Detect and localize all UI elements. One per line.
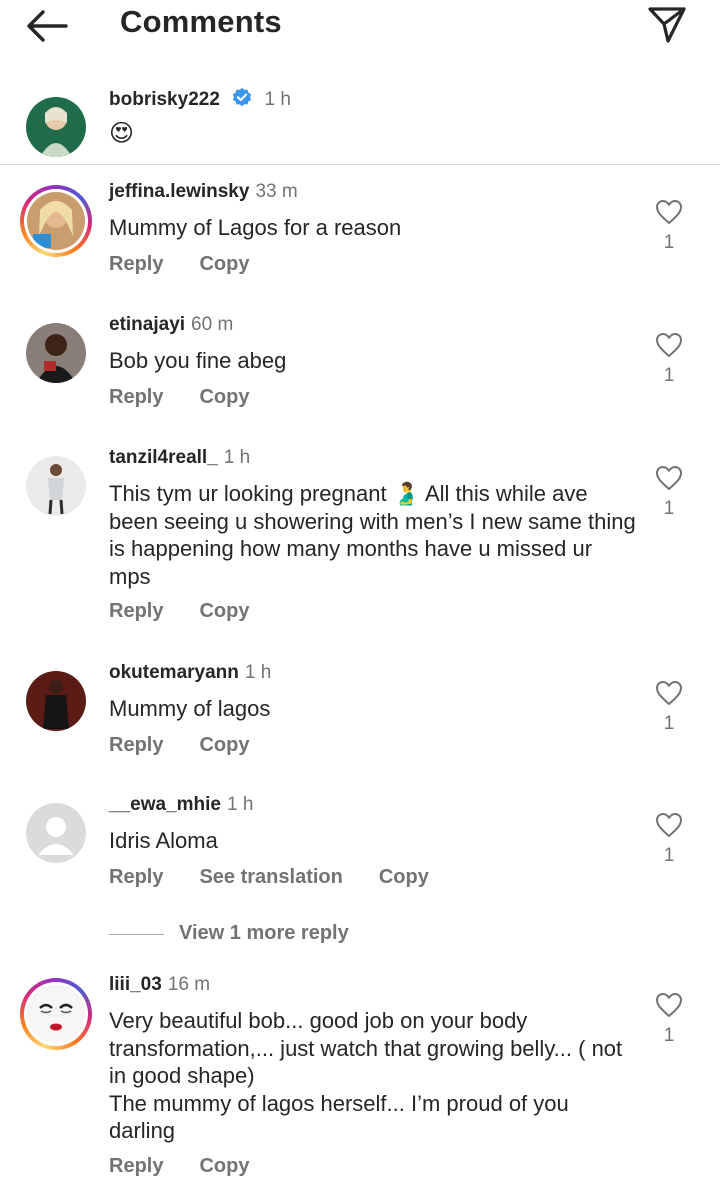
like-count: 1 [663, 1025, 675, 1046]
heart-outline-icon[interactable] [655, 812, 683, 838]
avatar[interactable] [26, 803, 86, 863]
like-count: 1 [663, 232, 675, 253]
copy-button[interactable]: Copy [199, 600, 249, 623]
default-avatar-icon [26, 803, 86, 863]
avatar-image [27, 192, 85, 250]
comment-time: 60 m [191, 314, 234, 335]
avatar[interactable] [20, 185, 92, 257]
comment-username[interactable]: tanzil4reall_ [109, 447, 218, 468]
like-count: 1 [663, 713, 675, 734]
heart-outline-icon[interactable] [655, 465, 683, 491]
avatar[interactable] [26, 671, 86, 731]
heart-outline-icon[interactable] [655, 199, 683, 225]
caption-meta: bobrisky222 1 h [109, 87, 291, 111]
copy-button[interactable]: Copy [379, 866, 429, 889]
like-count: 1 [663, 845, 675, 866]
copy-button[interactable]: Copy [199, 1155, 249, 1178]
avatar[interactable] [26, 97, 86, 157]
verified-badge-icon [233, 87, 252, 107]
comment: etinajayi 60 m Bob you fine abeg Reply Cop… [0, 313, 720, 413]
page-title: Comments [120, 4, 282, 39]
divider [0, 164, 720, 165]
caption-username[interactable]: bobrisky222 [109, 89, 220, 110]
comment-text: This tym ur looking pregnant 🫃 All this … [109, 481, 636, 589]
comment: jeffina.lewinsky 33 m Mummy of Lagos for … [0, 180, 720, 280]
view-more-replies-label[interactable]: View 1 more reply [179, 922, 349, 945]
comment: okutemaryann 1 h Mummy of lagos Reply Copy… [0, 661, 720, 761]
comment-time: 33 m [255, 181, 298, 202]
comments-header: Comments [0, 0, 720, 60]
comment: liii_03 16 m Very beautiful bob... good j… [0, 973, 720, 1193]
caption-text: 😍 [109, 120, 135, 147]
copy-button[interactable]: Copy [199, 386, 249, 409]
comment-text: Mummy of lagos [109, 696, 271, 721]
avatar-image [26, 97, 86, 157]
like-count: 1 [663, 498, 675, 519]
comment-text: Mummy of Lagos for a reason [109, 215, 402, 240]
avatar-image [26, 323, 86, 383]
comment: __ewa_mhie 1 h Idris Aloma Reply See trans… [0, 793, 720, 893]
heart-outline-icon[interactable] [655, 680, 683, 706]
heart-outline-icon[interactable] [655, 332, 683, 358]
comment: tanzil4reall_ 1 h This tym ur looking pre… [0, 446, 720, 626]
paper-plane-icon[interactable] [646, 4, 688, 46]
arrow-left-icon[interactable] [26, 8, 68, 44]
copy-button[interactable]: Copy [199, 253, 249, 276]
divider [109, 934, 164, 935]
reply-button[interactable]: Reply [109, 1155, 163, 1178]
comment-username[interactable]: etinajayi [109, 314, 185, 335]
comment-username[interactable]: __ewa_mhie [109, 794, 221, 815]
reply-button[interactable]: Reply [109, 386, 163, 409]
reply-button[interactable]: Reply [109, 253, 163, 276]
caption-time: 1 h [264, 89, 291, 110]
post-caption: bobrisky222 1 h 😍 [0, 82, 720, 164]
comment-time: 1 h [223, 447, 251, 468]
comment-text: Very beautiful bob... good job on your b… [109, 1008, 623, 1143]
comment-text: Bob you fine abeg [109, 348, 287, 373]
avatar[interactable] [26, 456, 86, 516]
reply-button[interactable]: Reply [109, 600, 163, 623]
comment-time: 1 h [226, 794, 254, 815]
avatar[interactable] [26, 323, 86, 383]
comment-text: Idris Aloma [109, 828, 218, 853]
see-translation-button[interactable]: See translation [199, 866, 342, 889]
avatar-image [26, 456, 86, 516]
avatar[interactable] [20, 978, 92, 1050]
heart-outline-icon[interactable] [655, 992, 683, 1018]
reply-button[interactable]: Reply [109, 866, 163, 889]
comment-username[interactable]: jeffina.lewinsky [109, 181, 249, 202]
avatar-image [27, 985, 85, 1043]
comment-username[interactable]: liii_03 [109, 974, 162, 995]
like-count: 1 [663, 365, 675, 386]
comment-time: 1 h [244, 662, 272, 683]
comment-username[interactable]: okutemaryann [109, 662, 239, 683]
comment-time: 16 m [167, 974, 211, 995]
copy-button[interactable]: Copy [199, 734, 249, 757]
avatar-image [26, 671, 86, 731]
reply-button[interactable]: Reply [109, 734, 163, 757]
